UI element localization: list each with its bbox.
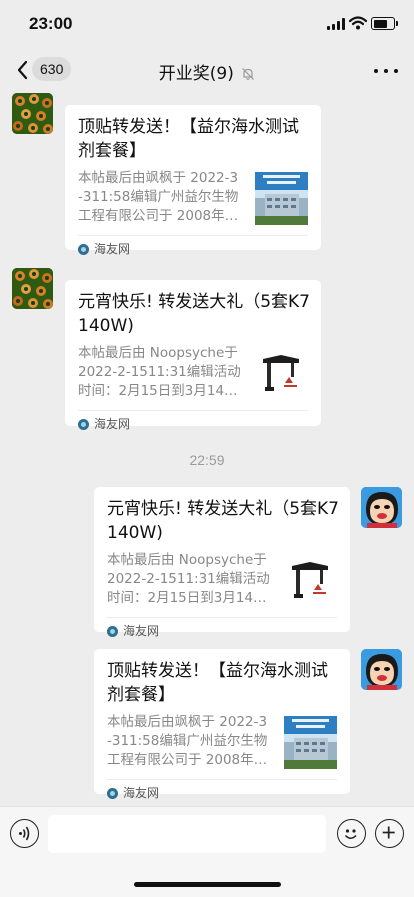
battery-icon [371, 17, 398, 30]
my-avatar[interactable] [361, 649, 402, 690]
card-title: 元宵快乐! 转发送大礼（5套K7 140W) [107, 499, 339, 543]
aquarium-lamp-thumbnail [255, 347, 308, 400]
message-input[interactable] [48, 815, 326, 853]
card-description: 本帖最后由 Noopsyche于 2022-2-1511:31编辑活动 时间：2… [107, 552, 270, 606]
card-divider [107, 779, 337, 780]
card-description: 本帖最后由飒枫于 2022-3 -311:58编辑广州益尔生物 工程有限公司于 … [107, 714, 268, 768]
link-card-message[interactable]: 顶贴转发送！【益尔海水测试剂套餐】 本帖最后由飒枫于 2022-3 -311:5… [94, 649, 350, 800]
card-source: 海友网 [78, 416, 130, 432]
source-logo-icon [78, 244, 89, 255]
card-description: 本帖最后由飒枫于 2022-3 -311:58编辑广州益尔生物 工程有限公司于 … [78, 170, 239, 224]
source-logo-icon [107, 626, 118, 637]
link-card-message[interactable]: 元宵快乐! 转发送大礼（5套K7 140W) 本帖最后由 Noopsyche于 … [65, 280, 321, 431]
aquarium-lamp-thumbnail [284, 554, 337, 607]
voice-input-icon[interactable] [10, 819, 39, 848]
status-time: 23:00 [29, 14, 73, 33]
building-thumbnail [284, 716, 337, 769]
card-title: 元宵快乐! 转发送大礼（5套K7 140W) [78, 292, 310, 336]
mute-bell-icon [242, 68, 255, 80]
card-description: 本帖最后由 Noopsyche于 2022-2-1511:31编辑活动 时间：2… [78, 345, 241, 399]
card-divider [78, 410, 308, 411]
sender-avatar[interactable] [12, 268, 53, 309]
card-title: 顶贴转发送！【益尔海水测试剂套餐】 [78, 117, 299, 161]
status-bar: 23:00 [0, 0, 414, 46]
link-card-message[interactable]: 元宵快乐! 转发送大礼（5套K7 140W) 本帖最后由 Noopsyche于 … [94, 487, 350, 638]
more-options-icon[interactable] [372, 60, 400, 80]
message-timestamp: 22:59 [189, 452, 225, 468]
source-logo-icon [78, 419, 89, 430]
building-thumbnail [255, 172, 308, 225]
card-source: 海友网 [107, 623, 159, 639]
source-logo-icon [107, 788, 118, 799]
emoji-icon[interactable] [337, 819, 366, 848]
card-divider [78, 235, 308, 236]
link-card-message[interactable]: 顶贴转发送！【益尔海水测试剂套餐】 本帖最后由飒枫于 2022-3 -311:5… [65, 105, 321, 256]
chat-title-text: 开业奖(9) [158, 64, 234, 84]
sender-avatar[interactable] [12, 93, 53, 134]
cellular-signal-icon [327, 18, 345, 30]
wifi-icon [349, 16, 367, 30]
card-source: 海友网 [107, 785, 159, 801]
plus-icon[interactable] [375, 819, 404, 848]
card-divider [107, 617, 337, 618]
card-source: 海友网 [78, 241, 130, 257]
home-indicator [134, 882, 281, 887]
chat-title: 开业奖(9) [0, 59, 414, 84]
chat-header: 630 开业奖(9) [0, 46, 414, 94]
card-title: 顶贴转发送！【益尔海水测试剂套餐】 [107, 661, 328, 705]
my-avatar[interactable] [361, 487, 402, 528]
